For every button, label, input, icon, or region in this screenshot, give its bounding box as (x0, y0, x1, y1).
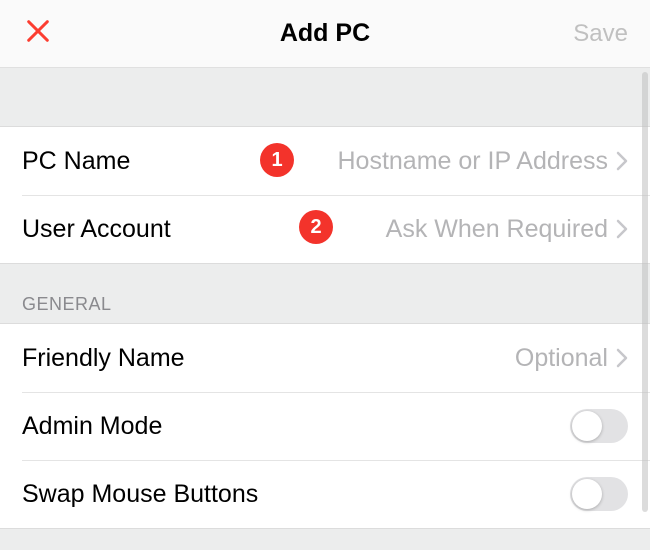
section-header-general: GENERAL (0, 264, 650, 323)
section-spacer (0, 68, 650, 126)
toggle-knob (572, 479, 602, 509)
user-account-label: User Account (22, 215, 171, 244)
admin-mode-toggle[interactable] (570, 409, 628, 443)
chevron-right-icon (616, 348, 628, 368)
toggle-knob (572, 411, 602, 441)
row-admin-mode: Admin Mode (0, 392, 650, 460)
close-icon (24, 17, 52, 50)
pc-name-value: Hostname or IP Address (337, 147, 608, 176)
admin-mode-label: Admin Mode (22, 412, 162, 441)
swap-mouse-toggle[interactable] (570, 477, 628, 511)
chevron-right-icon (616, 219, 628, 239)
page-title: Add PC (280, 19, 370, 48)
friendly-name-label: Friendly Name (22, 344, 185, 373)
close-button[interactable] (22, 18, 54, 50)
general-group: Friendly Name Optional Admin Mode Swap M… (0, 323, 650, 529)
user-account-value: Ask When Required (386, 215, 608, 244)
header-bar: Add PC Save (0, 0, 650, 68)
pc-name-label: PC Name (22, 147, 130, 176)
chevron-right-icon (616, 151, 628, 171)
scrollbar[interactable] (642, 72, 648, 512)
swap-mouse-label: Swap Mouse Buttons (22, 480, 258, 509)
friendly-name-value: Optional (515, 344, 608, 373)
connection-group: PC Name Hostname or IP Address User Acco… (0, 126, 650, 264)
row-swap-mouse: Swap Mouse Buttons (0, 460, 650, 528)
save-button[interactable]: Save (573, 20, 628, 48)
row-friendly-name[interactable]: Friendly Name Optional (0, 324, 650, 392)
row-user-account[interactable]: User Account Ask When Required (0, 195, 650, 263)
row-pc-name[interactable]: PC Name Hostname or IP Address (0, 127, 650, 195)
